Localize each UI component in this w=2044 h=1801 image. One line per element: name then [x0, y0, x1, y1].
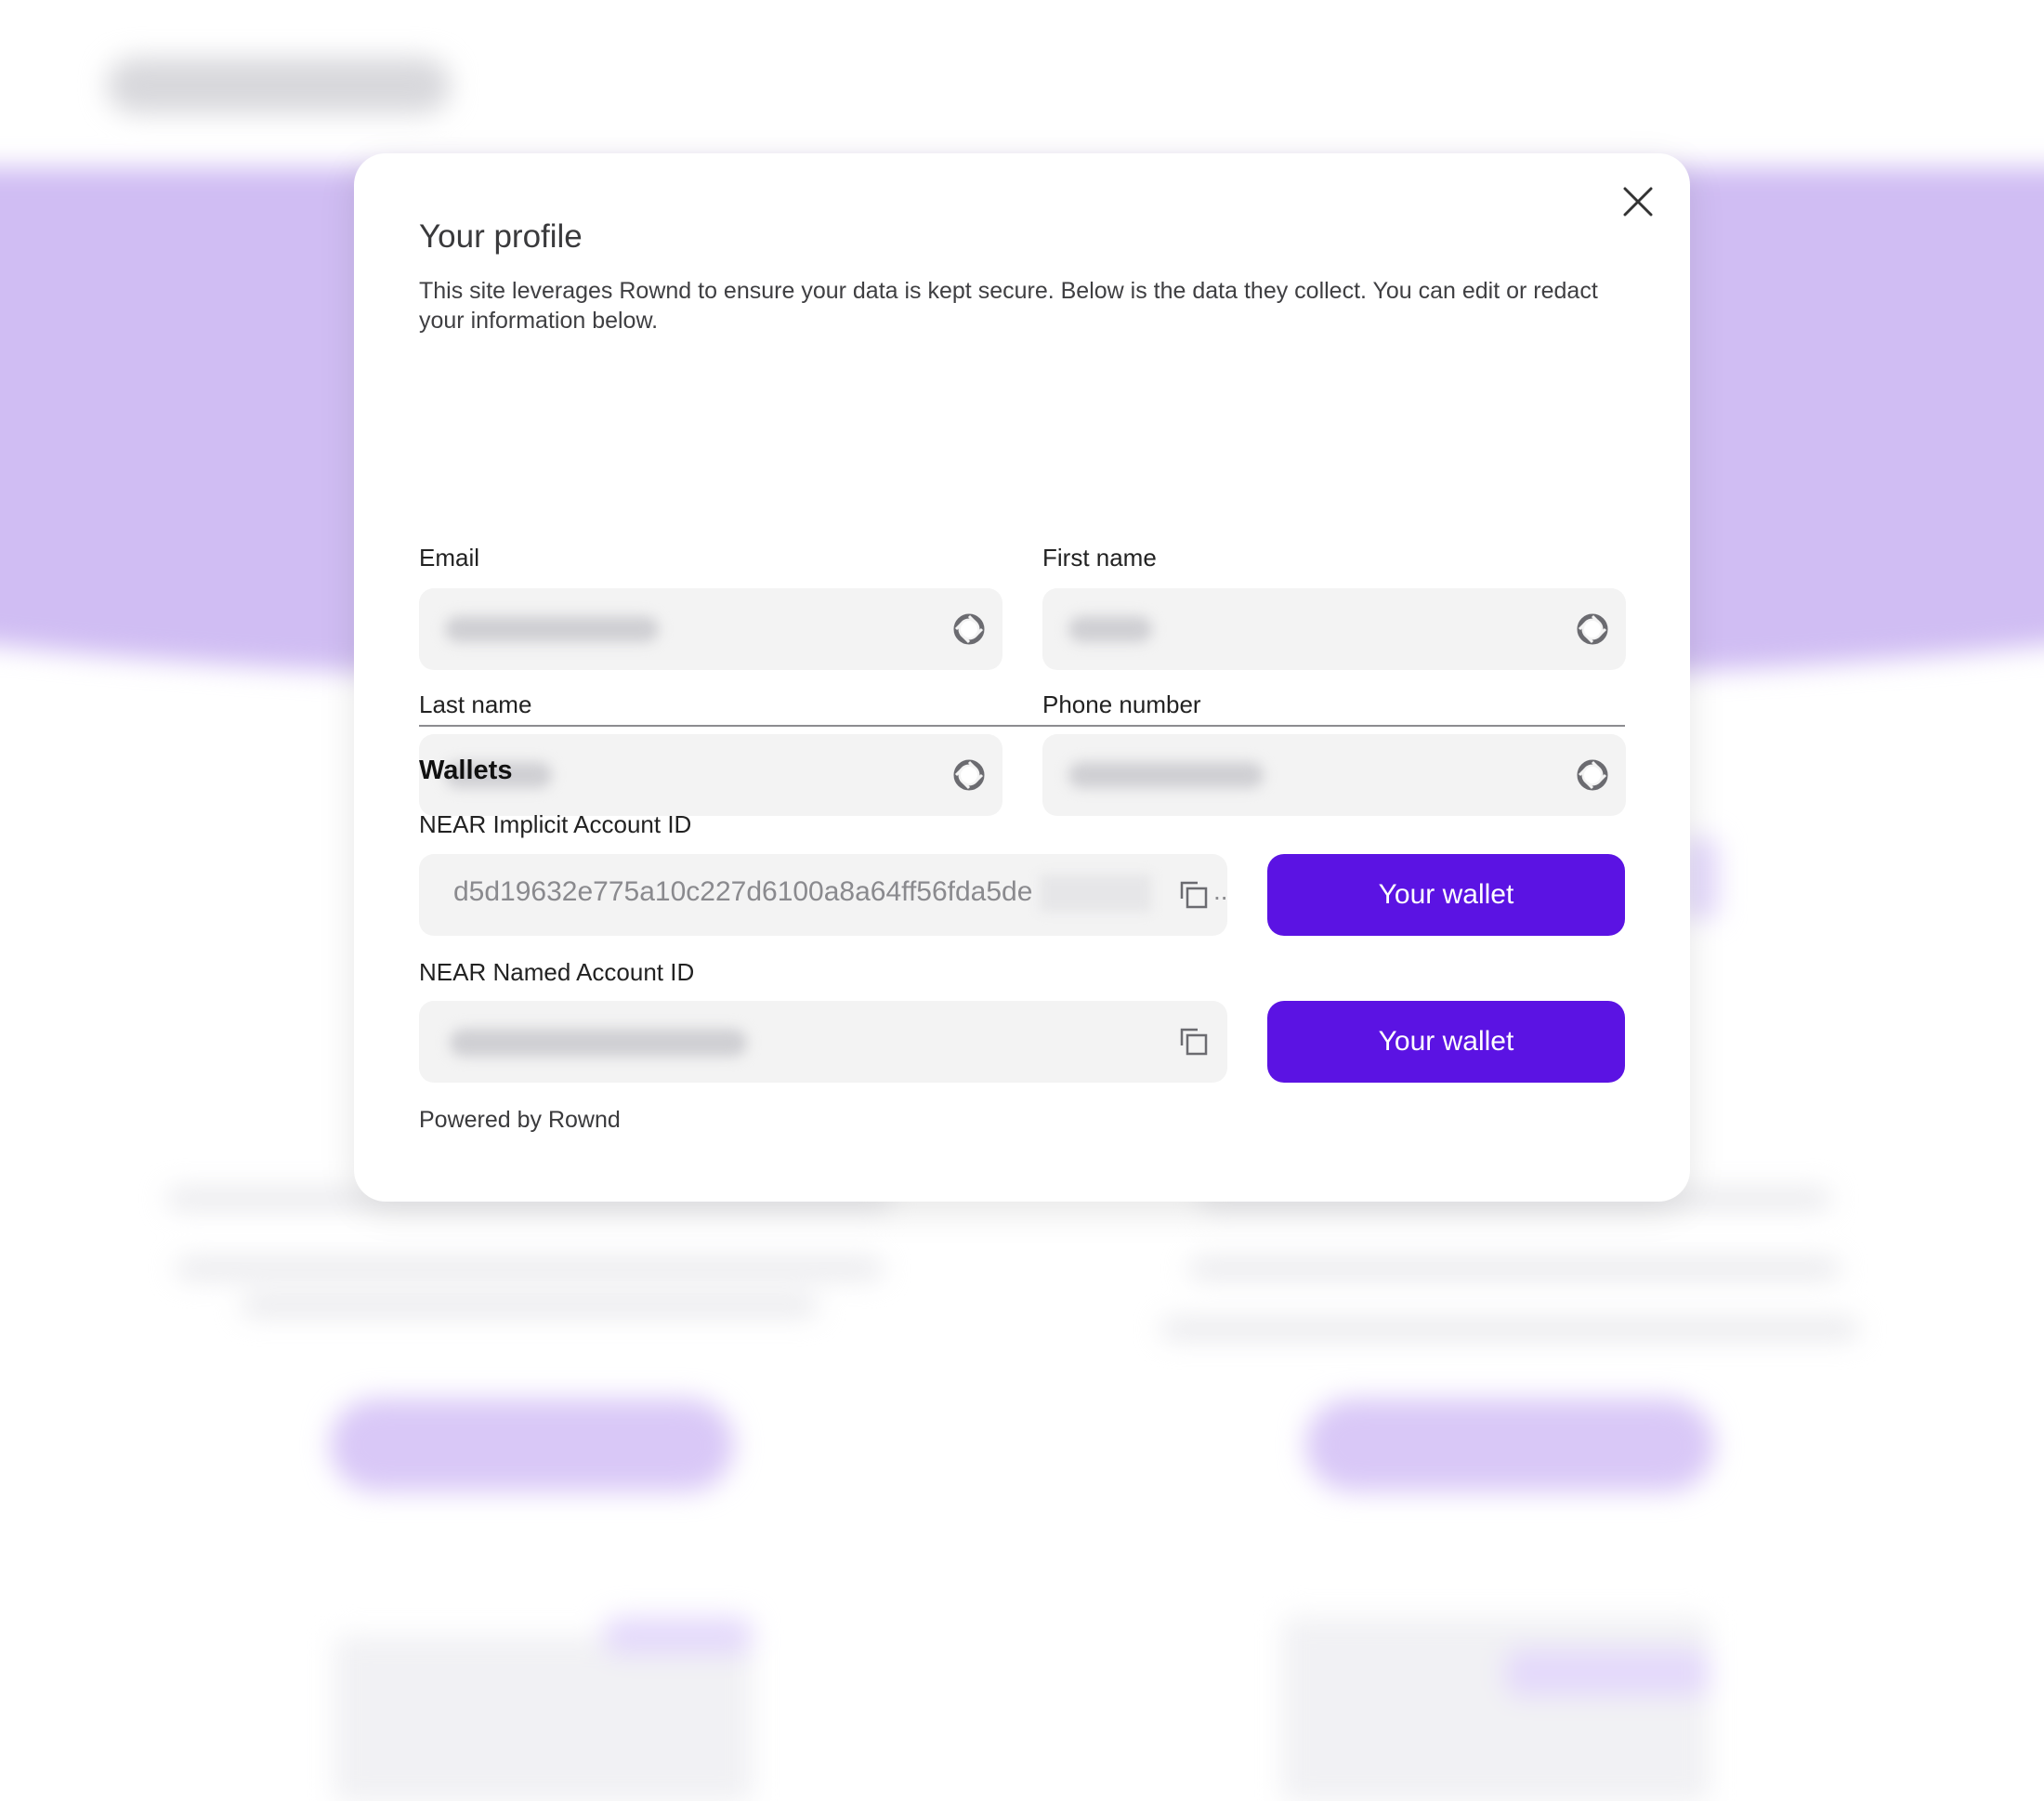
background-text-line: [1161, 1320, 1858, 1338]
copy-named-button[interactable]: [1177, 1025, 1211, 1058]
near-implicit-account-value: d5d19632e775a10c227d6100a8a64ff56fda5de: [453, 876, 1033, 907]
background-accent: [604, 1617, 753, 1654]
background-accent: [1505, 1650, 1710, 1696]
near-named-account-field[interactable]: [419, 1001, 1227, 1083]
profile-modal: Your profile This site leverages Rownd t…: [354, 153, 1690, 1202]
redact-icon: [1577, 759, 1608, 791]
last-name-redact-button[interactable]: [950, 756, 988, 794]
first-name-redact-button[interactable]: [1574, 611, 1611, 648]
copy-icon: [1180, 881, 1208, 909]
close-button[interactable]: [1616, 179, 1660, 224]
redacted-value: [450, 1029, 747, 1057]
first-name-field[interactable]: [1042, 588, 1626, 670]
page: Your profile This site leverages Rownd t…: [0, 0, 2044, 1801]
background-text-line: [177, 1259, 883, 1278]
background-text-line: [242, 1296, 818, 1315]
email-label: Email: [419, 544, 480, 572]
wallets-heading: Wallets: [419, 756, 513, 785]
powered-by-rownd: Powered by Rownd: [419, 1107, 621, 1133]
modal-title: Your profile: [419, 218, 583, 255]
background-button: [330, 1399, 734, 1492]
last-name-label: Last name: [419, 690, 532, 718]
email-field[interactable]: [419, 588, 1002, 670]
named-your-wallet-button[interactable]: Your wallet: [1267, 1001, 1625, 1083]
background-button: [1305, 1399, 1714, 1492]
email-redact-button[interactable]: [950, 611, 988, 648]
first-name-label: First name: [1042, 544, 1157, 572]
redacted-value: [1068, 616, 1152, 642]
redacted-value: [445, 616, 659, 642]
phone-number-redact-button[interactable]: [1574, 756, 1611, 794]
background-text-line: [1189, 1259, 1840, 1278]
redact-icon: [1577, 613, 1608, 645]
copy-icon: [1180, 1028, 1208, 1056]
background-card: [1282, 1617, 1710, 1801]
copy-implicit-button[interactable]: [1177, 878, 1211, 912]
close-icon: [1623, 187, 1653, 217]
background-logo: [107, 58, 451, 113]
redact-icon: [953, 613, 985, 645]
near-implicit-label: NEAR Implicit Account ID: [419, 810, 692, 838]
modal-description: This site leverages Rownd to ensure your…: [419, 278, 1598, 334]
background-card: [334, 1636, 753, 1801]
section-divider: [419, 725, 1625, 727]
implicit-your-wallet-button[interactable]: Your wallet: [1267, 854, 1625, 936]
redact-icon: [953, 759, 985, 791]
redacted-value: [1068, 762, 1264, 788]
truncation-ellipsis: ..: [1213, 876, 1228, 905]
near-implicit-account-field[interactable]: d5d19632e775a10c227d6100a8a64ff56fda5de …: [419, 854, 1228, 936]
near-named-label: NEAR Named Account ID: [419, 958, 695, 986]
redacted-value: [1040, 874, 1151, 912]
phone-number-label: Phone number: [1042, 690, 1201, 718]
phone-number-field[interactable]: [1042, 734, 1626, 816]
